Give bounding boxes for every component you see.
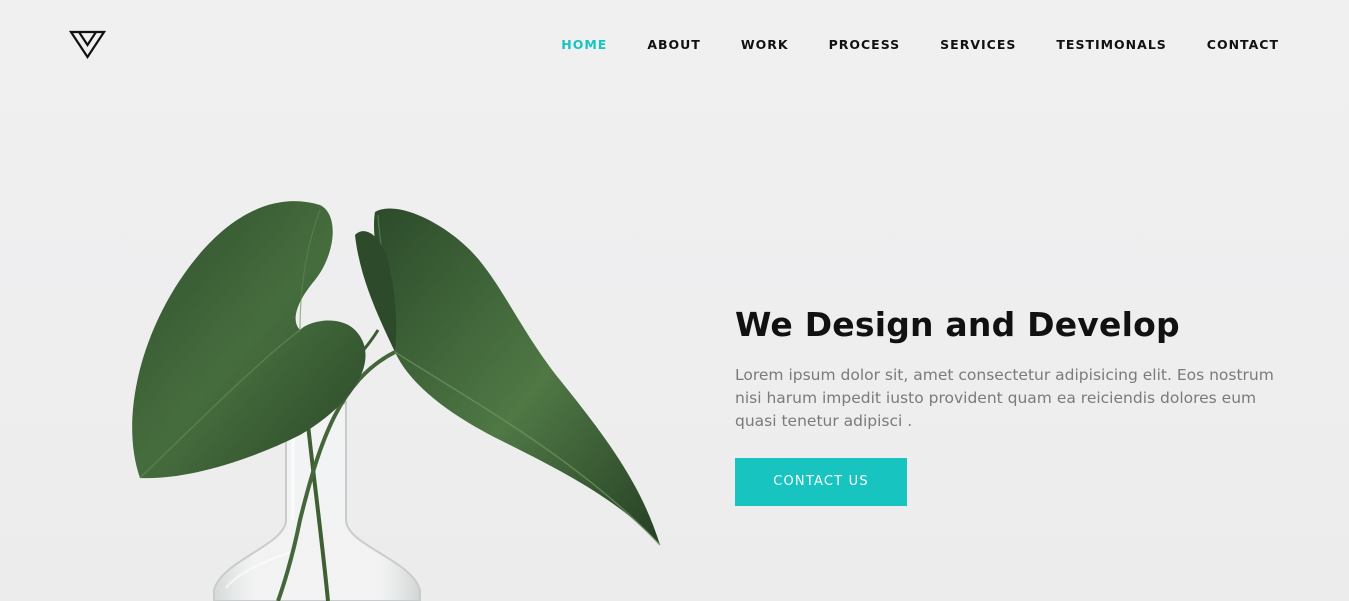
nav-item-testimonals[interactable]: TESTIMONALS xyxy=(1056,37,1166,53)
nav-item-contact[interactable]: CONTACT xyxy=(1207,37,1279,53)
nav-item-work[interactable]: WORK xyxy=(741,37,789,53)
landing-page: HOME ABOUT WORK PROCESS SERVICES TESTIMO… xyxy=(0,0,1349,601)
hero-description: Lorem ipsum dolor sit, amet consectetur … xyxy=(735,366,1274,430)
hero-plant-image xyxy=(132,201,661,601)
main-nav: HOME ABOUT WORK PROCESS SERVICES TESTIMO… xyxy=(521,37,1279,53)
nav-item-process[interactable]: PROCESS xyxy=(829,37,901,53)
nav-item-services[interactable]: SERVICES xyxy=(940,37,1016,53)
nav-item-about[interactable]: ABOUT xyxy=(647,37,701,53)
contact-us-button[interactable]: CONTACT US xyxy=(735,458,907,506)
hero-title: We Design and Develop xyxy=(735,305,1180,344)
triangle-logo-icon[interactable] xyxy=(69,29,106,59)
nav-item-home[interactable]: HOME xyxy=(561,37,607,53)
hero-content: We Design and Develop Lorem ipsum dolor … xyxy=(735,303,1295,506)
leaf-right xyxy=(374,208,660,546)
